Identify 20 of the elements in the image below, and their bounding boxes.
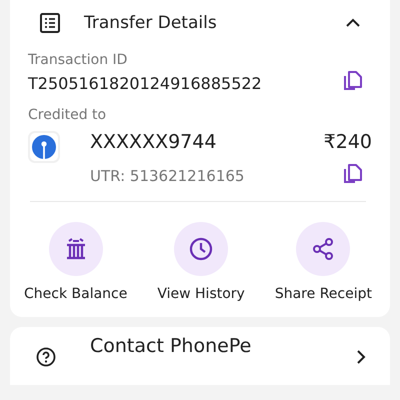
chevron-up-icon[interactable] bbox=[346, 18, 360, 28]
transaction-id: T2505161820124916885522 bbox=[28, 74, 262, 93]
help-icon bbox=[36, 347, 56, 367]
support-title: Contact PhonePe bbox=[90, 335, 252, 357]
action-label: Share Receipt bbox=[274, 286, 372, 302]
support-card[interactable]: Contact PhonePe bbox=[10, 327, 390, 385]
action-label: Check Balance bbox=[24, 286, 128, 302]
clock-icon bbox=[188, 236, 214, 262]
field-label: Transaction ID bbox=[28, 52, 128, 68]
amount: ₹240 bbox=[324, 131, 372, 153]
list-icon bbox=[40, 13, 60, 33]
account-number: XXXXXX9744 bbox=[90, 131, 216, 153]
action-label: View History bbox=[157, 286, 245, 302]
copy-icon[interactable] bbox=[342, 70, 362, 90]
bank-logo-icon bbox=[28, 131, 60, 163]
utr-number: UTR: 513621216165 bbox=[90, 167, 244, 185]
copy-icon[interactable] bbox=[342, 164, 362, 184]
section-title: Transfer Details bbox=[84, 13, 218, 33]
chevron-right-icon bbox=[356, 349, 366, 365]
field-label: Credited to bbox=[28, 107, 108, 123]
